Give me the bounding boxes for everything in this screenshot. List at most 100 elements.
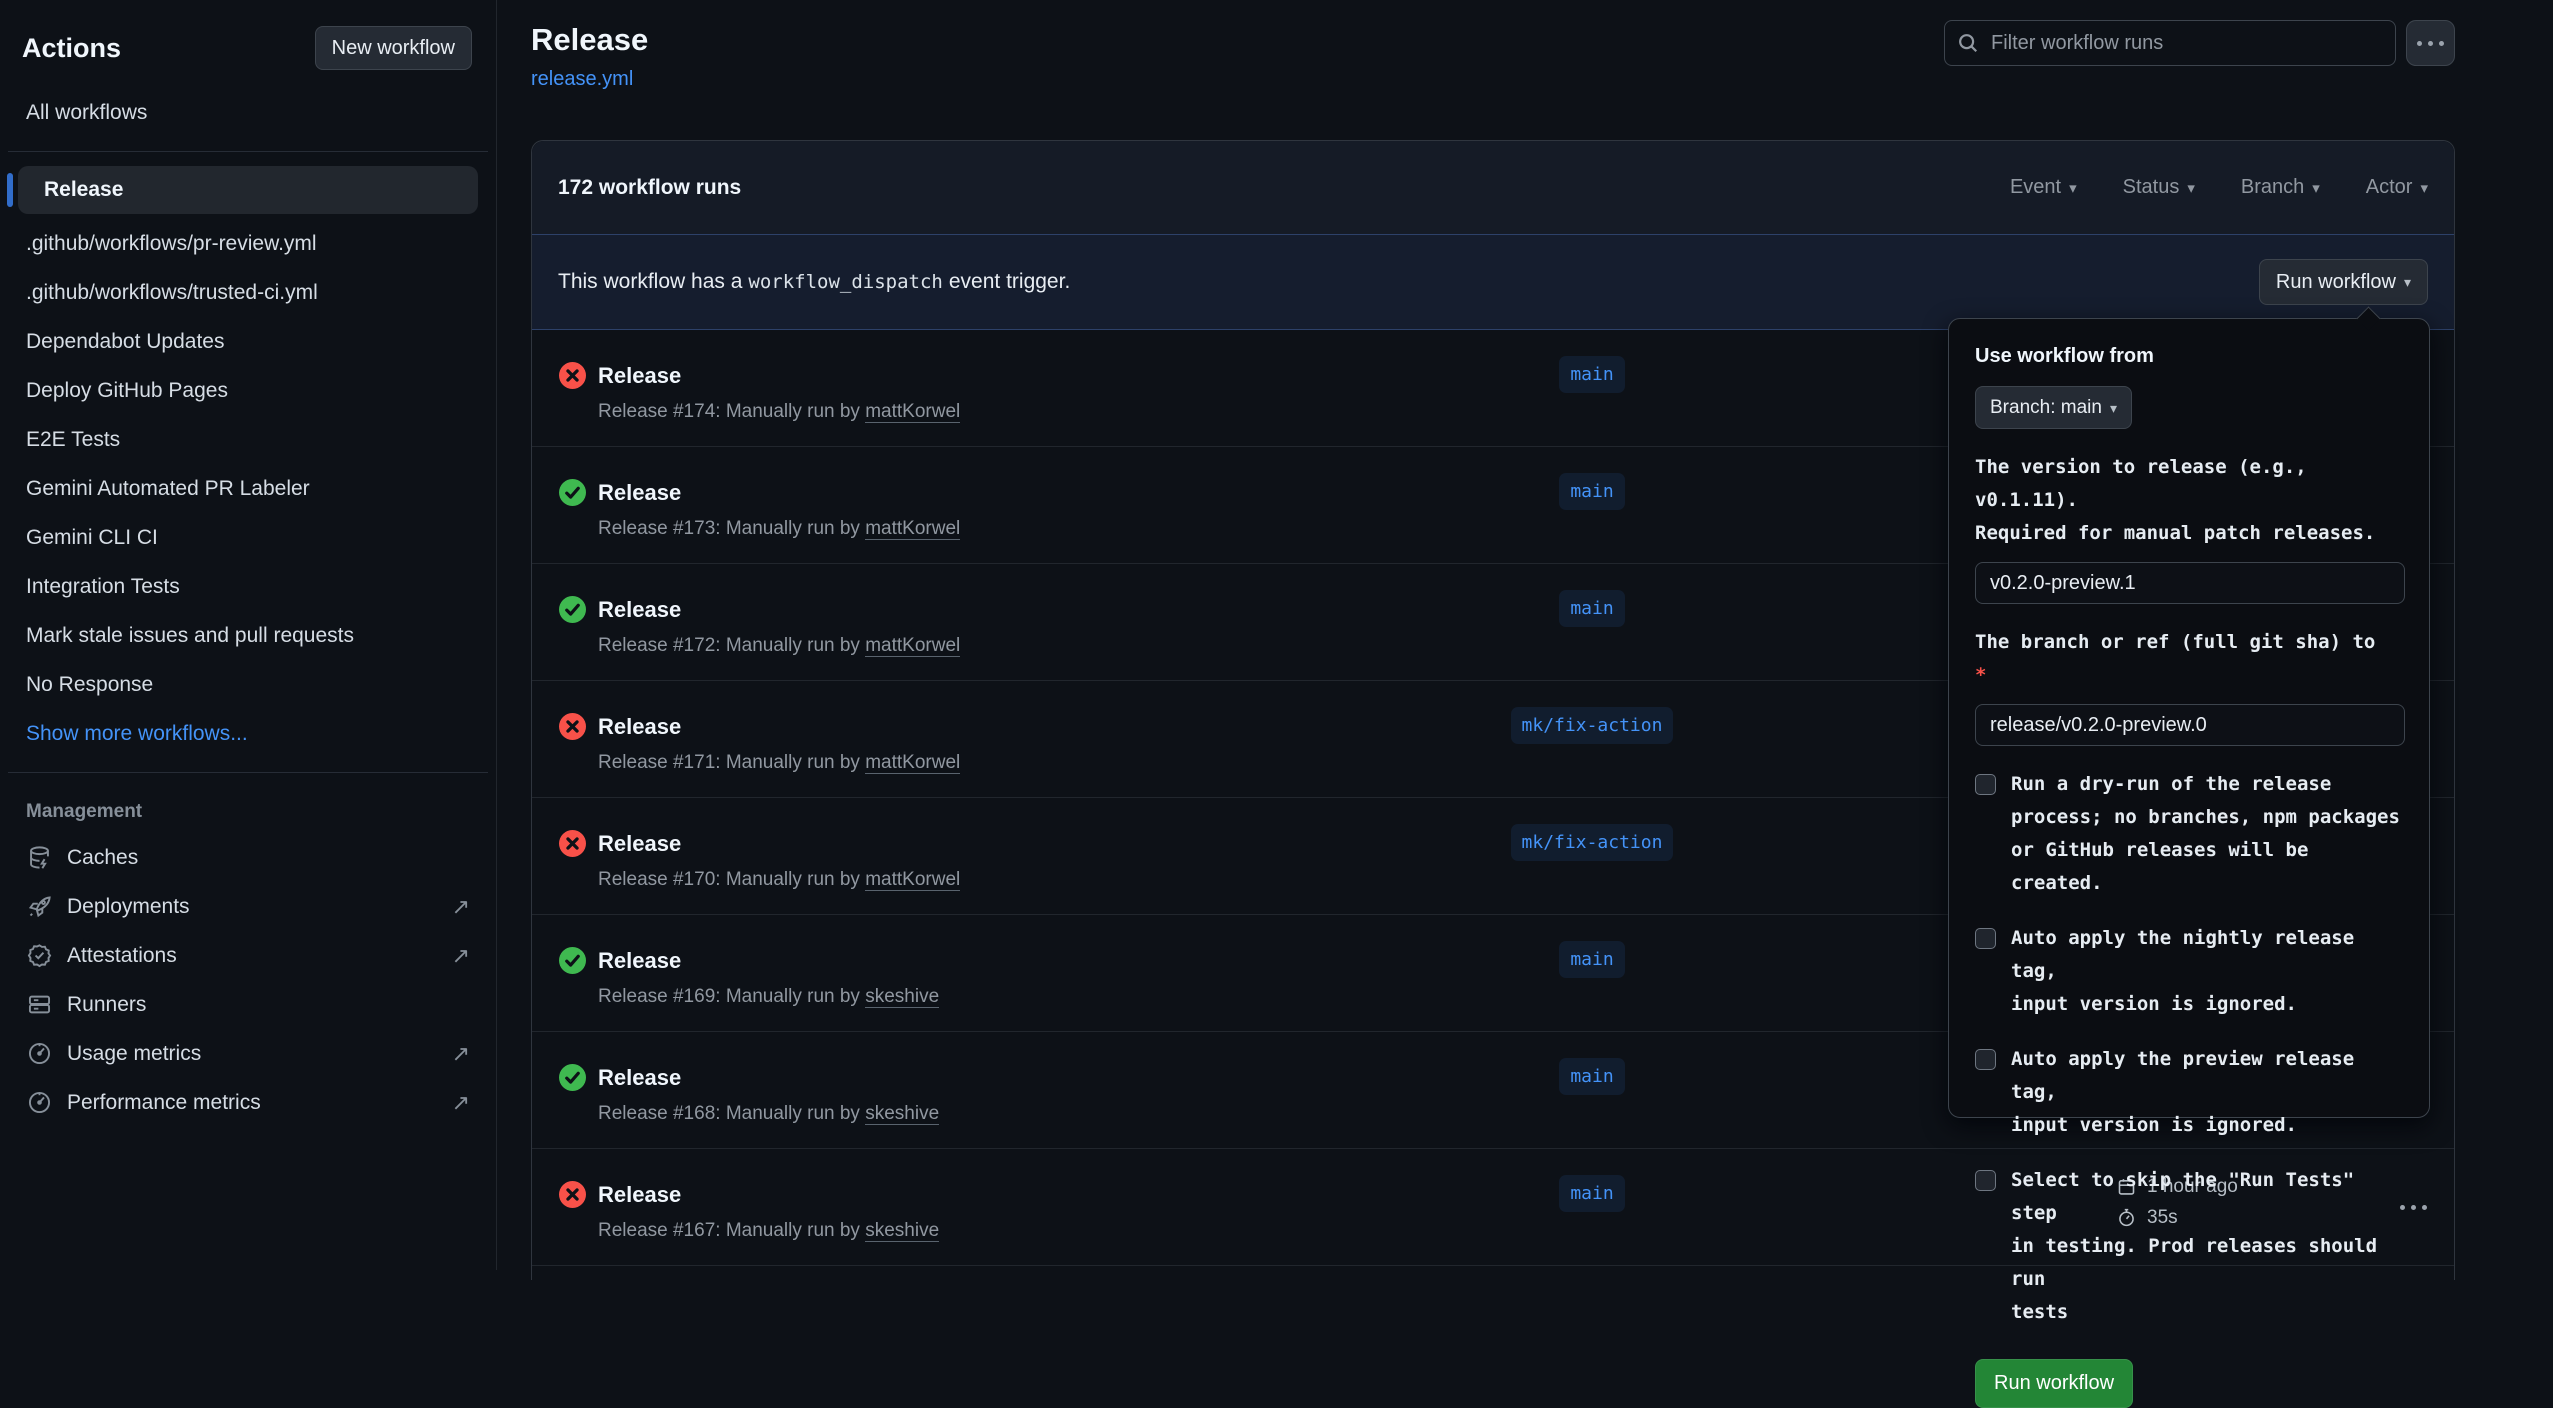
cache-icon <box>26 844 53 871</box>
page-title: Release <box>531 22 648 58</box>
management-list: CachesDeployments↗Attestations↗RunnersUs… <box>0 833 496 1127</box>
filter-workflow-runs-box <box>1944 20 2396 66</box>
failure-status-icon <box>559 830 586 857</box>
run-workflow-submit-button[interactable]: Run workflow <box>1975 1359 2133 1408</box>
run-description: Release #170: Manually run by mattKorwel <box>598 869 960 891</box>
sidebar-item-deployments[interactable]: Deployments↗ <box>0 882 496 931</box>
run-description: Release #173: Manually run by mattKorwel <box>598 518 960 540</box>
new-workflow-button[interactable]: New workflow <box>315 26 472 70</box>
sidebar-item-workflow-2[interactable]: .github/workflows/trusted-ci.yml <box>0 269 496 317</box>
branch-badge[interactable]: main <box>1559 1175 1624 1212</box>
rocket-icon <box>26 893 53 920</box>
checkbox[interactable] <box>1975 1170 1996 1191</box>
sidebar-title: Actions <box>22 33 121 64</box>
branch-badge[interactable]: main <box>1559 1058 1624 1095</box>
run-kebab-button[interactable] <box>2400 1197 2427 1215</box>
sidebar-item-caches[interactable]: Caches <box>0 833 496 882</box>
branch-badge[interactable]: mk/fix-action <box>1511 707 1674 744</box>
filter-workflow-runs-input[interactable] <box>1989 31 2383 56</box>
workflow-runs-count: 172 workflow runs <box>558 176 741 200</box>
failure-status-icon <box>559 713 586 740</box>
panel-checkbox-row-2: Auto apply the preview release tag,input… <box>1975 1043 2403 1142</box>
filter-branch[interactable]: Branch▾ <box>2241 176 2320 199</box>
sidebar-item-usage-metrics[interactable]: Usage metrics↗ <box>0 1029 496 1078</box>
run-title-link[interactable]: Release <box>598 948 681 974</box>
branch-badge[interactable]: main <box>1559 473 1624 510</box>
actor-link[interactable]: mattKorwel <box>865 401 960 423</box>
sidebar-item-workflow-9[interactable]: Mark stale issues and pull requests <box>0 612 496 660</box>
ref-input-label: The branch or ref (full git sha) torelea… <box>1975 626 2403 692</box>
branch-badge[interactable]: main <box>1559 356 1624 393</box>
actor-link[interactable]: mattKorwel <box>865 518 960 540</box>
chevron-down-icon: ▾ <box>2069 179 2077 197</box>
checkbox-label: Run a dry-run of the releaseprocess; no … <box>2011 768 2403 900</box>
management-item-label: Usage metrics <box>67 1042 201 1066</box>
checkbox[interactable] <box>1975 928 1996 949</box>
run-title-link[interactable]: Release <box>598 1065 681 1091</box>
sidebar-item-workflow-11[interactable]: Show more workflows... <box>0 710 496 758</box>
sidebar-item-workflow-10[interactable]: No Response <box>0 661 496 709</box>
sidebar-item-workflow-6[interactable]: Gemini Automated PR Labeler <box>0 465 496 513</box>
actor-link[interactable]: skeshive <box>865 986 939 1008</box>
main-content: Release release.yml 172 workflow runs Ev… <box>498 0 2553 1270</box>
ref-input[interactable] <box>1975 704 2405 746</box>
chevron-down-icon: ▾ <box>2110 401 2117 415</box>
sidebar-item-workflow-8[interactable]: Integration Tests <box>0 563 496 611</box>
run-description: Release #168: Manually run by skeshive <box>598 1103 939 1125</box>
management-section-title: Management <box>0 787 496 833</box>
sidebar-item-attestations[interactable]: Attestations ↗ <box>0 931 496 980</box>
version-input-label: The version to release (e.g., v0.1.11).R… <box>1975 451 2403 550</box>
branch-badge[interactable]: mk/fix-action <box>1511 824 1674 861</box>
page-kebab-button[interactable] <box>2406 20 2455 66</box>
panel-checkboxes: Run a dry-run of the releaseprocess; no … <box>1975 768 2403 1329</box>
workflow-file-link[interactable]: release.yml <box>531 68 633 91</box>
management-item-label: Performance metrics <box>67 1091 261 1115</box>
success-status-icon <box>559 947 586 974</box>
filter-actor[interactable]: Actor▾ <box>2366 176 2428 199</box>
filter-status[interactable]: Status▾ <box>2123 176 2195 199</box>
sidebar-item-runners[interactable]: Runners <box>0 980 496 1029</box>
branch-badge[interactable]: main <box>1559 590 1624 627</box>
run-filters: Event▾ Status▾ Branch▾ Actor▾ <box>2010 176 2428 199</box>
actor-link[interactable]: skeshive <box>865 1220 939 1242</box>
banner-text: This workflow has aworkflow_dispatcheven… <box>558 270 1070 294</box>
run-title-link[interactable]: Release <box>598 714 681 740</box>
sidebar-item-workflow-1[interactable]: .github/workflows/pr-review.yml <box>0 220 496 268</box>
kebab-icon <box>2400 1205 2427 1210</box>
checkbox[interactable] <box>1975 774 1996 795</box>
run-title-link[interactable]: Release <box>598 597 681 623</box>
sidebar-item-all-workflows[interactable]: All workflows <box>0 89 496 137</box>
run-title-link[interactable]: Release <box>598 363 681 389</box>
run-workflow-dropdown-button[interactable]: Run workflow ▾ <box>2259 259 2428 305</box>
sidebar-item-workflow-0[interactable]: Release <box>18 166 478 214</box>
sidebar-item-workflow-7[interactable]: Gemini CLI CI <box>0 514 496 562</box>
sidebar-divider <box>8 772 488 773</box>
checkbox-label: Select to skip the "Run Tests" stepin te… <box>2011 1164 2403 1329</box>
checkbox[interactable] <box>1975 1049 1996 1070</box>
sidebar-item-workflow-3[interactable]: Dependabot Updates <box>0 318 496 366</box>
filter-event[interactable]: Event▾ <box>2010 176 2077 199</box>
sidebar-item-workflow-4[interactable]: Deploy GitHub Pages <box>0 367 496 415</box>
version-input[interactable] <box>1975 562 2405 604</box>
actor-link[interactable]: mattKorwel <box>865 635 960 657</box>
failure-status-icon <box>559 362 586 389</box>
run-title-link[interactable]: Release <box>598 1182 681 1208</box>
sidebar-item-workflow-5[interactable]: E2E Tests <box>0 416 496 464</box>
actor-link[interactable]: skeshive <box>865 1103 939 1125</box>
workflow-dispatch-banner: This workflow has aworkflow_dispatcheven… <box>532 234 2454 330</box>
branch-selector-button[interactable]: Branch: main ▾ <box>1975 386 2132 429</box>
branch-badge[interactable]: main <box>1559 941 1624 978</box>
run-title-link[interactable]: Release <box>598 480 681 506</box>
actor-link[interactable]: mattKorwel <box>865 752 960 774</box>
run-title-link[interactable]: Release <box>598 831 681 857</box>
external-link-icon: ↗ <box>452 943 470 969</box>
workflow-runs-header: 172 workflow runs Event▾ Status▾ Branch▾ Ac… <box>532 141 2454 234</box>
management-item-label: Deployments <box>67 895 190 919</box>
chevron-down-icon: ▾ <box>2187 179 2195 197</box>
actions-sidebar: Actions New workflow All workflows Relea… <box>0 0 497 1270</box>
required-asterisk: * <box>1975 664 1986 686</box>
management-item-label: Attestations <box>67 944 177 968</box>
actor-link[interactable]: mattKorwel <box>865 869 960 891</box>
kebab-icon <box>2417 41 2444 46</box>
sidebar-item-performance-metrics[interactable]: Performance metrics↗ <box>0 1078 496 1127</box>
